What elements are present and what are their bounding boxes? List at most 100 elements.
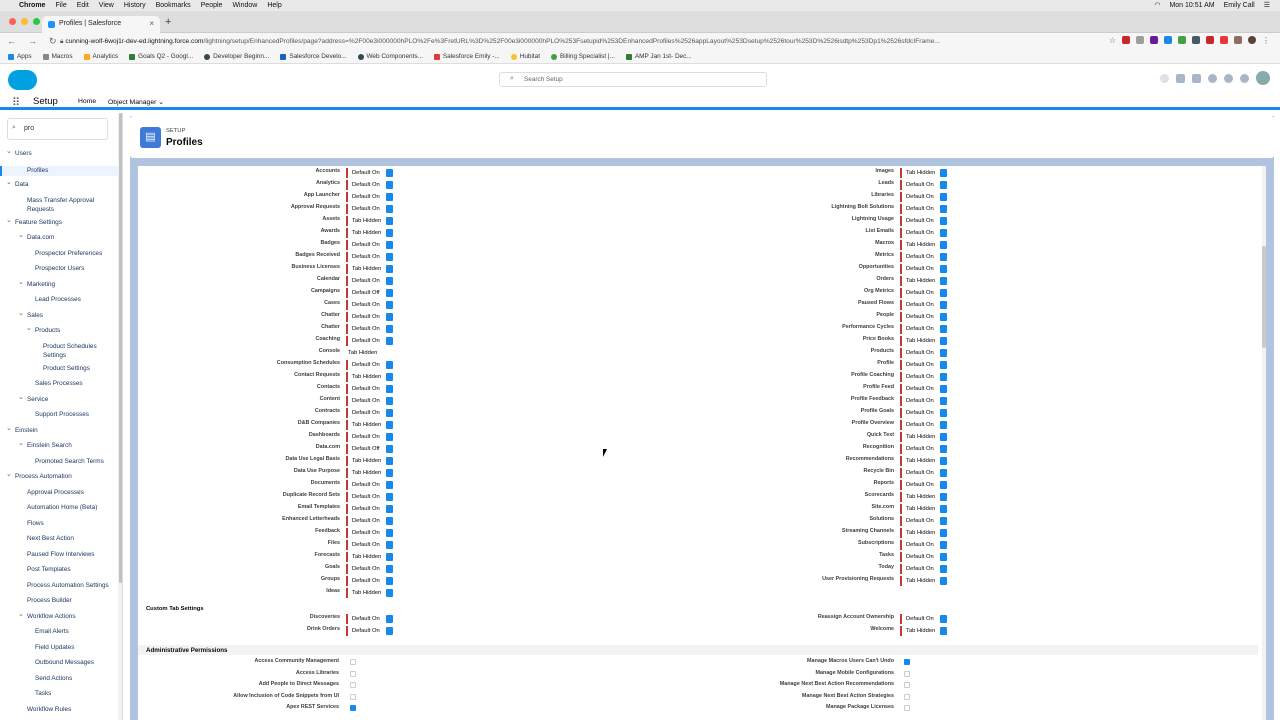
dropdown-arrow-icon[interactable] — [940, 626, 947, 635]
dropdown-arrow-icon[interactable] — [940, 192, 947, 201]
content-scrollbar[interactable] — [1262, 166, 1266, 720]
dropdown-arrow-icon[interactable] — [386, 588, 393, 597]
sidebar-item[interactable]: Workflow Rules — [27, 706, 71, 714]
tab-visibility-select[interactable]: Default On — [900, 467, 947, 478]
tab-visibility-select[interactable]: Default On — [900, 347, 947, 358]
tab-visibility-select[interactable]: Tab Hidden — [900, 167, 947, 178]
bookmark-goals[interactable]: Goals Q2 - Googl... — [129, 53, 193, 60]
reload-icon[interactable]: ↻ — [49, 36, 57, 47]
chrome-menu-icon[interactable]: ⋮ — [1262, 36, 1270, 45]
permission-checkbox[interactable] — [904, 670, 910, 677]
sidebar-item[interactable]: Post Templates — [27, 566, 71, 574]
tab-visibility-select[interactable]: Default On — [900, 419, 947, 430]
dropdown-arrow-icon[interactable] — [940, 276, 947, 285]
dropdown-arrow-icon[interactable] — [940, 312, 947, 321]
bookmark-analytics[interactable]: Analytics — [83, 53, 118, 60]
sidebar-item[interactable]: Prospector Users — [35, 265, 84, 273]
tab-visibility-select[interactable]: Default On — [900, 395, 947, 406]
tab-home[interactable]: Home — [73, 94, 102, 110]
menu-history[interactable]: History — [124, 2, 146, 9]
sidebar-item[interactable]: Process Automation — [6, 471, 72, 481]
dropdown-arrow-icon[interactable] — [940, 504, 947, 513]
tab-object-manager[interactable]: Object Manager ⌄ — [108, 98, 164, 106]
tab-visibility-select[interactable]: Tab Hidden — [900, 431, 947, 442]
dropdown-arrow-icon[interactable] — [940, 480, 947, 489]
dropdown-arrow-icon[interactable] — [940, 240, 947, 249]
sidebar-item[interactable]: Sales Processes — [35, 380, 83, 388]
tab-visibility-select[interactable]: Tab Hidden — [346, 587, 393, 598]
bookmark-billing-specialist[interactable]: Billing Specialist |... — [550, 53, 615, 60]
help-icon[interactable] — [1208, 73, 1217, 83]
tab-visibility-select[interactable]: Default On — [900, 203, 947, 214]
sidebar-item[interactable]: Feature Settings — [6, 217, 62, 227]
dropdown-arrow-icon[interactable] — [940, 456, 947, 465]
sidebar-item[interactable]: Outbound Messages — [35, 659, 94, 667]
bookmark-amp[interactable]: AMP Jan 1st- Dec... — [625, 53, 692, 60]
bookmark-web-components[interactable]: Web Components... — [357, 53, 423, 60]
tab-visibility-select[interactable]: Default On — [900, 613, 947, 624]
sidebar-item[interactable]: Data.com — [18, 232, 54, 242]
bookmark-hubitat[interactable]: Hubitat — [510, 53, 540, 60]
dropdown-arrow-icon[interactable] — [940, 168, 947, 177]
tab-visibility-select[interactable]: Default On — [900, 551, 947, 562]
dropdown-arrow-icon[interactable] — [940, 288, 947, 297]
sidebar-item[interactable]: Service — [18, 394, 48, 404]
extension-icon[interactable] — [1220, 36, 1228, 44]
sidebar-item[interactable]: Settings — [43, 352, 66, 360]
bookmark-developer-beginner[interactable]: Developer Beginn... — [204, 53, 269, 60]
tab-visibility-select[interactable]: Tab Hidden — [900, 625, 947, 636]
dropdown-arrow-icon[interactable] — [940, 300, 947, 309]
profile-avatar-icon[interactable] — [1248, 36, 1256, 44]
tab-visibility-select[interactable]: Tab Hidden — [900, 491, 947, 502]
permission-checkbox[interactable] — [904, 682, 910, 688]
dropdown-arrow-icon[interactable] — [940, 180, 947, 189]
tab-visibility-select[interactable]: Default On — [900, 215, 947, 226]
dropdown-arrow-icon[interactable] — [940, 348, 947, 357]
tab-visibility-select[interactable]: Default On — [900, 287, 947, 298]
dropdown-arrow-icon[interactable] — [940, 264, 947, 273]
menu-bookmarks[interactable]: Bookmarks — [156, 2, 191, 9]
sidebar-item[interactable]: Marketing — [18, 279, 55, 289]
sidebar-item[interactable]: Data — [6, 179, 28, 189]
dropdown-arrow-icon[interactable] — [940, 216, 947, 225]
setup-gear-icon[interactable] — [1224, 73, 1233, 83]
tab-visibility-select[interactable]: Default On — [900, 383, 947, 394]
tab-visibility-select[interactable]: Tab Hidden — [900, 275, 947, 286]
tab-visibility-select[interactable]: Default On — [900, 299, 947, 310]
extension-icon[interactable] — [1234, 36, 1242, 44]
browser-tab[interactable]: Profiles | Salesforce × — [42, 16, 160, 33]
sidebar-item[interactable]: Lead Processes — [35, 296, 81, 304]
dropdown-arrow-icon[interactable] — [940, 540, 947, 549]
forward-icon[interactable]: → — [28, 36, 37, 47]
dropdown-arrow-icon[interactable] — [940, 564, 947, 573]
tab-visibility-select[interactable]: Default On — [900, 179, 947, 190]
sidebar-item[interactable]: Process Automation Settings — [27, 582, 109, 590]
sidebar-item[interactable]: Product Settings — [43, 365, 90, 373]
extension-icon[interactable] — [1150, 36, 1158, 44]
user-name[interactable]: Emily Call — [1224, 2, 1255, 9]
sidebar-item[interactable]: Flows — [27, 520, 44, 528]
back-icon[interactable]: ← — [7, 36, 16, 47]
sidebar-item[interactable]: Promoted Search Terms — [35, 458, 104, 466]
tab-visibility-select[interactable]: Default On — [900, 479, 947, 490]
dropdown-arrow-icon[interactable] — [940, 408, 947, 417]
menu-view[interactable]: View — [99, 2, 114, 9]
sidebar-item[interactable]: Sales — [18, 310, 43, 320]
dropdown-arrow-icon[interactable] — [940, 614, 947, 623]
quick-find-input[interactable]: ⌕ pro — [7, 118, 108, 140]
menu-window[interactable]: Window — [232, 2, 257, 9]
dropdown-arrow-icon[interactable] — [940, 516, 947, 525]
dropdown-arrow-icon[interactable] — [940, 444, 947, 453]
bookmark-macros[interactable]: Macros — [42, 53, 73, 60]
tab-visibility-select[interactable]: Default On — [900, 515, 947, 526]
dropdown-arrow-icon[interactable] — [940, 372, 947, 381]
extension-icon[interactable] — [1164, 36, 1172, 44]
menu-file[interactable]: File — [55, 2, 66, 9]
salesforce-logo-icon[interactable] — [8, 70, 37, 90]
clock-text[interactable]: Mon 10:51 AM — [1169, 2, 1214, 9]
sidebar-item[interactable]: Next Best Action — [27, 535, 74, 543]
bookmark-salesforce-developer[interactable]: Salesforce Develo... — [280, 53, 347, 60]
favorites-list-icon[interactable] — [1176, 73, 1185, 83]
tab-visibility-select[interactable]: Tab Hidden — [900, 527, 947, 538]
tab-visibility-select[interactable]: Default On — [900, 563, 947, 574]
